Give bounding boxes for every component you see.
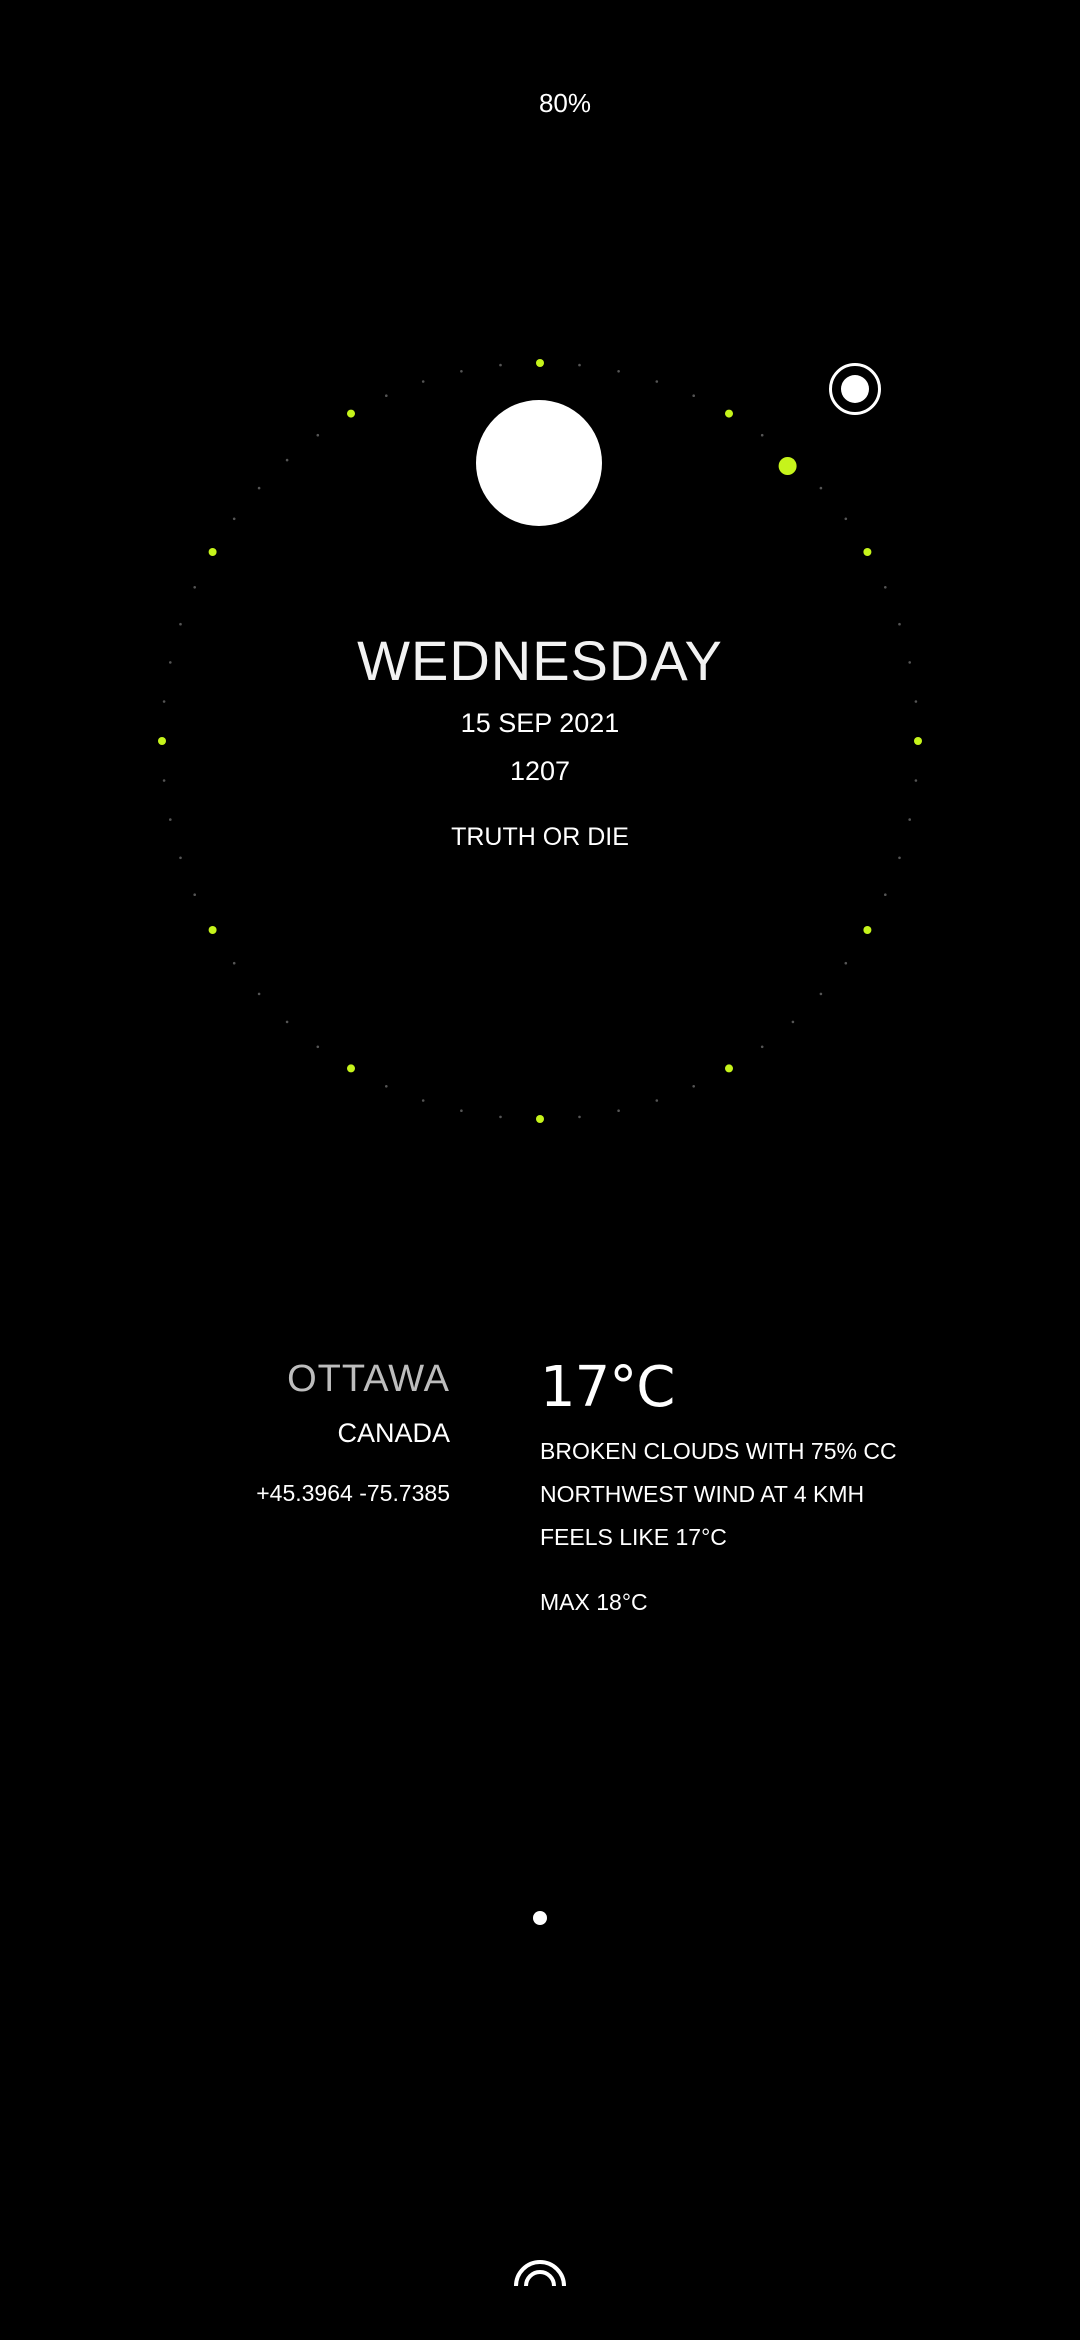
minute-tick [232, 517, 236, 521]
record-toggle-icon[interactable] [829, 363, 881, 415]
minute-tick [760, 1045, 764, 1049]
day-of-week: WEDNESDAY [357, 629, 723, 692]
minute-tick [421, 1099, 425, 1102]
minute-tick [617, 1109, 620, 1112]
minute-tick [819, 486, 823, 490]
minute-tick [257, 486, 261, 490]
minute-tick [578, 363, 581, 367]
minute-tick [791, 1020, 795, 1024]
cloud-condition: BROKEN CLOUDS WITH 75% CC [540, 1438, 897, 1464]
minute-tick [169, 818, 172, 821]
minute-tick [179, 622, 182, 626]
minute-tick [914, 700, 918, 703]
arc-icon[interactable] [512, 2252, 568, 2288]
current-minute-marker [778, 457, 797, 475]
minute-tick [421, 380, 425, 383]
wind-info: NORTHWEST WIND AT 4 KMH [540, 1481, 865, 1507]
minute-tick [285, 458, 289, 462]
coordinates: +45.3964 -75.7385 [256, 1480, 450, 1506]
hour-marker [536, 359, 544, 367]
minute-tick [285, 1020, 289, 1024]
city-name: OTTAWA [287, 1358, 450, 1400]
minute-tick [819, 992, 823, 996]
minute-tick [884, 586, 887, 589]
motto-text: TRUTH OR DIE [451, 823, 629, 851]
minute-tick [908, 818, 911, 821]
minute-tick [578, 1115, 581, 1119]
feels-like: FEELS LIKE 17°C [540, 1524, 727, 1550]
minute-tick [692, 394, 695, 398]
minute-tick [499, 1115, 502, 1119]
minute-tick [655, 1099, 659, 1102]
minute-tick [844, 517, 848, 521]
hour-marker [347, 1064, 355, 1073]
minute-tick [385, 1085, 388, 1088]
max-temperature: MAX 18°C [540, 1589, 648, 1615]
hour-marker [725, 409, 733, 418]
minute-tick [316, 1045, 320, 1049]
minute-tick [898, 622, 901, 626]
hour-marker [536, 1115, 544, 1123]
minute-tick [692, 1085, 695, 1088]
minute-tick [844, 961, 848, 965]
page-indicator-dot[interactable] [533, 1911, 547, 1925]
minute-tick [655, 380, 659, 383]
hour-marker [863, 548, 872, 556]
minute-tick [760, 433, 764, 437]
sun-disc-icon [476, 400, 602, 526]
country-name: CANADA [337, 1418, 450, 1448]
hour-marker [863, 926, 872, 934]
minute-tick [193, 893, 196, 896]
record-toggle-dot [841, 375, 869, 403]
minute-tick [898, 856, 901, 860]
minute-tick [162, 700, 166, 703]
minute-tick [316, 433, 320, 437]
minute-tick [499, 363, 502, 367]
minute-tick [617, 370, 620, 373]
hour-marker [208, 548, 217, 556]
hour-marker [347, 409, 355, 418]
minute-tick [460, 370, 463, 373]
hour-marker [725, 1064, 733, 1073]
minute-tick [193, 586, 196, 589]
minute-tick [460, 1109, 463, 1112]
hour-marker [208, 926, 217, 934]
minute-tick [232, 961, 236, 965]
date-text: 15 SEP 2021 [460, 708, 620, 738]
temperature: 17°C [540, 1355, 675, 1420]
minute-tick [179, 856, 182, 860]
minute-tick [884, 893, 887, 896]
minute-tick [257, 992, 261, 996]
time-text: 1207 [509, 756, 571, 786]
minute-tick [385, 394, 388, 398]
